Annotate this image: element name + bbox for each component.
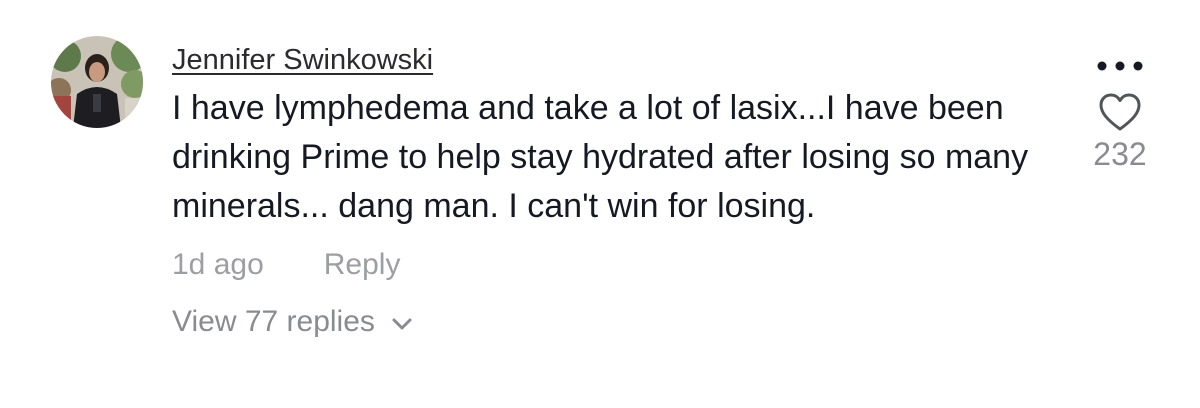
- comment-text: I have lymphedema and take a lot of lasi…: [172, 89, 1029, 225]
- comment-meta: 1d ago Reply: [172, 245, 1062, 285]
- like-control: 232: [1084, 92, 1156, 173]
- avatar-photo: [51, 36, 143, 128]
- comment-body: Jennifer Swinkowski I have lymphedema an…: [172, 40, 1062, 339]
- view-replies-button[interactable]: View 77 replies: [172, 305, 1062, 339]
- timestamp: 1d ago: [172, 248, 264, 281]
- reply-button[interactable]: Reply: [324, 248, 401, 282]
- comment-item: Jennifer Swinkowski I have lymphedema an…: [0, 0, 1200, 408]
- chevron-down-icon: [391, 305, 413, 339]
- comment-author[interactable]: Jennifer Swinkowski: [172, 40, 433, 80]
- view-replies-label: View 77 replies: [172, 305, 375, 338]
- more-options-icon[interactable]: [1094, 56, 1146, 76]
- heart-outline-icon[interactable]: [1084, 92, 1156, 132]
- like-count: 232: [1093, 136, 1147, 172]
- avatar[interactable]: [51, 36, 143, 128]
